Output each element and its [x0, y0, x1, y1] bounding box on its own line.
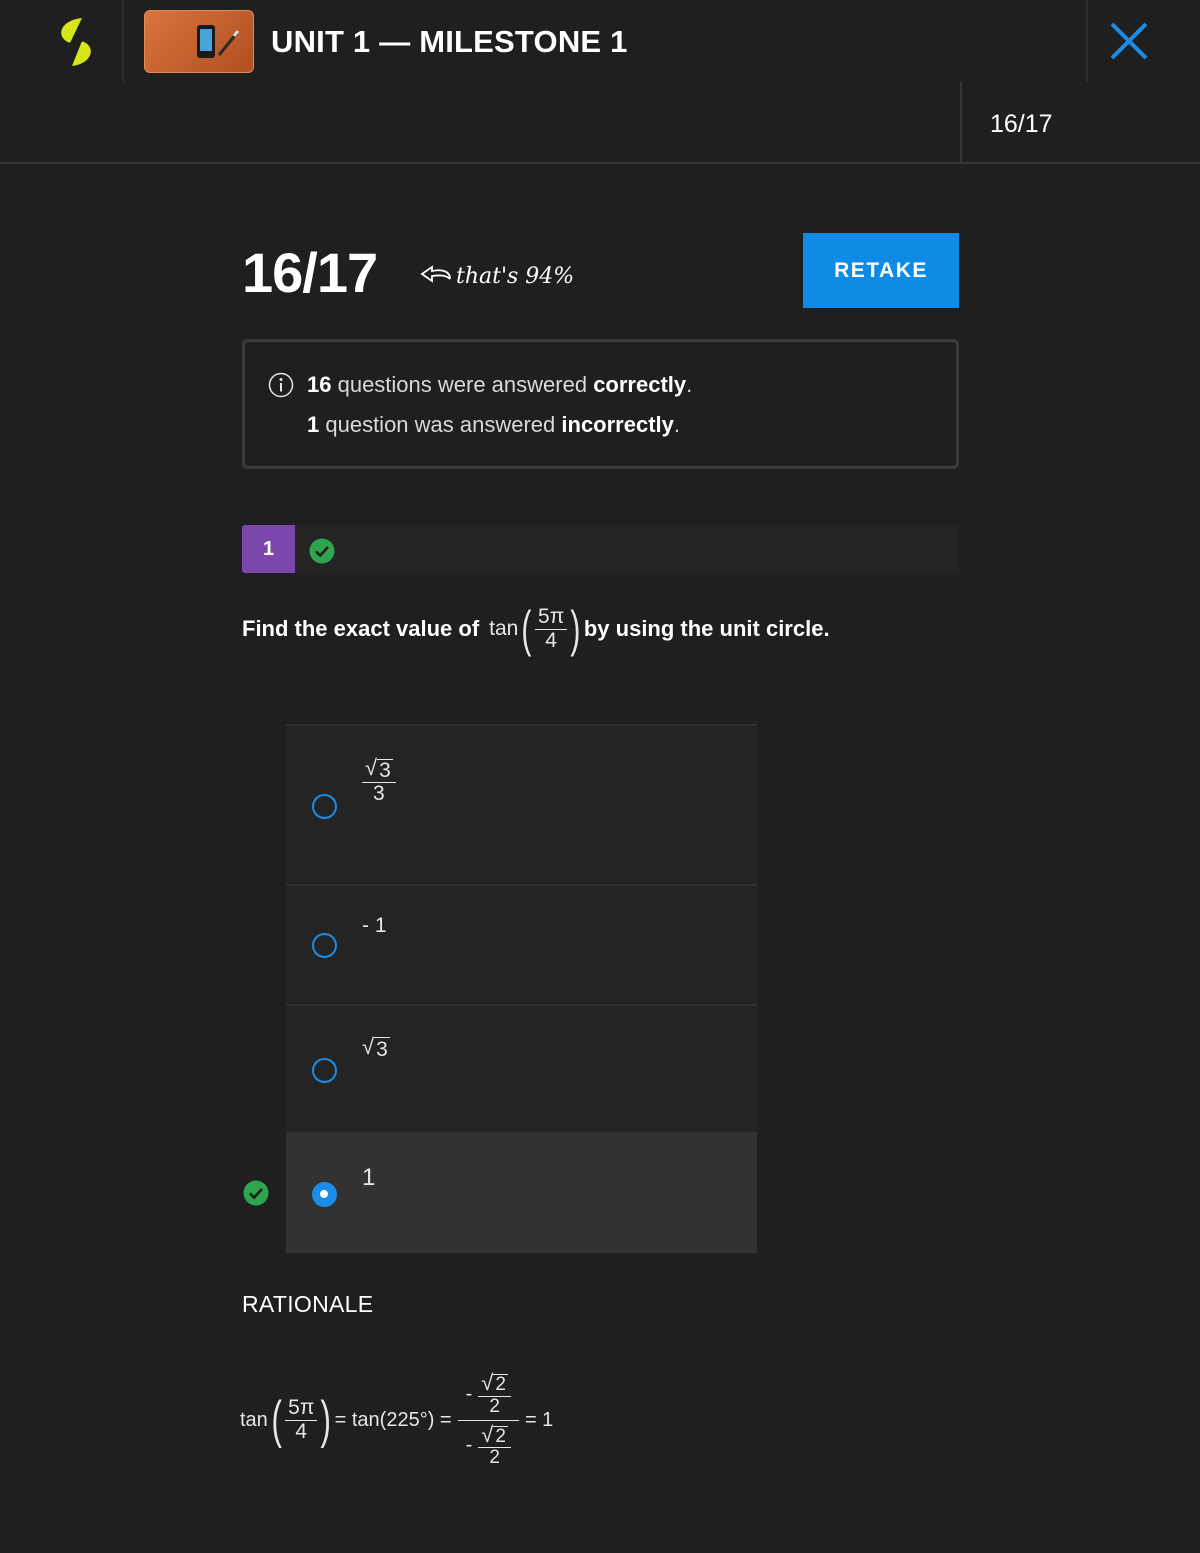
rationale-equation: tan ( 5π 4 ) = tan(225°) = - √ 2 2 - √ 2 2… — [240, 1350, 553, 1490]
answer-options: √ 3 3 - 1 √ 3 1 — [286, 724, 757, 1253]
correct-summary: 16 questions were answered correctly. — [307, 372, 693, 397]
retake-button[interactable]: RETAKE — [803, 233, 959, 308]
sophia-logo-icon[interactable] — [52, 14, 100, 70]
correct-check-icon — [309, 538, 335, 564]
incorrect-summary: 1 question was answered incorrectly. — [307, 412, 681, 437]
header-divider — [122, 0, 124, 82]
answer-option-selected[interactable]: 1 — [286, 1132, 757, 1253]
radio-button-selected[interactable] — [312, 1182, 337, 1207]
question-header — [242, 525, 959, 573]
progress-count: 16/17 — [990, 110, 1053, 138]
question-number[interactable]: 1 — [242, 525, 295, 573]
answer-option[interactable]: √ 3 — [286, 1004, 757, 1132]
score-note-text: that's 94% — [456, 264, 575, 289]
unit-thumbnail — [144, 10, 254, 73]
close-icon[interactable] — [1108, 20, 1150, 62]
question-fraction: 5π 4 — [535, 606, 568, 651]
radio-button[interactable] — [312, 933, 337, 958]
info-icon — [268, 372, 294, 398]
answer-math: √ 3 3 — [362, 756, 396, 805]
radio-button[interactable] — [312, 794, 337, 819]
answer-math: 1 — [362, 1164, 376, 1191]
header-divider — [1086, 0, 1088, 82]
results-summary: 16 questions were answered correctly. 1 … — [242, 339, 959, 469]
page-title: UNIT 1 — MILESTONE 1 — [271, 24, 628, 59]
curved-arrow-icon — [420, 265, 451, 283]
rationale-heading: RATIONALE — [242, 1291, 374, 1317]
rationale-fraction: - √ 2 2 - √ 2 2 — [457, 1369, 519, 1472]
answer-math: √ 3 — [362, 1034, 390, 1061]
answer-option[interactable]: √ 3 3 — [286, 724, 757, 884]
score-value: 16/17 — [242, 241, 378, 304]
answer-option[interactable]: - 1 — [286, 884, 757, 1004]
progress-divider — [960, 82, 962, 162]
correct-answer-check-icon — [243, 1180, 269, 1206]
phone-pencil-icon — [197, 25, 240, 58]
question-prompt: Find the exact value of tan ( 5π 4 ) by … — [242, 601, 830, 657]
score-percentage-note: that's 94% — [420, 264, 574, 289]
answer-math: - 1 — [362, 914, 387, 937]
top-bar: UNIT 1 — MILESTONE 1 — [0, 0, 1200, 82]
radio-button[interactable] — [312, 1058, 337, 1083]
